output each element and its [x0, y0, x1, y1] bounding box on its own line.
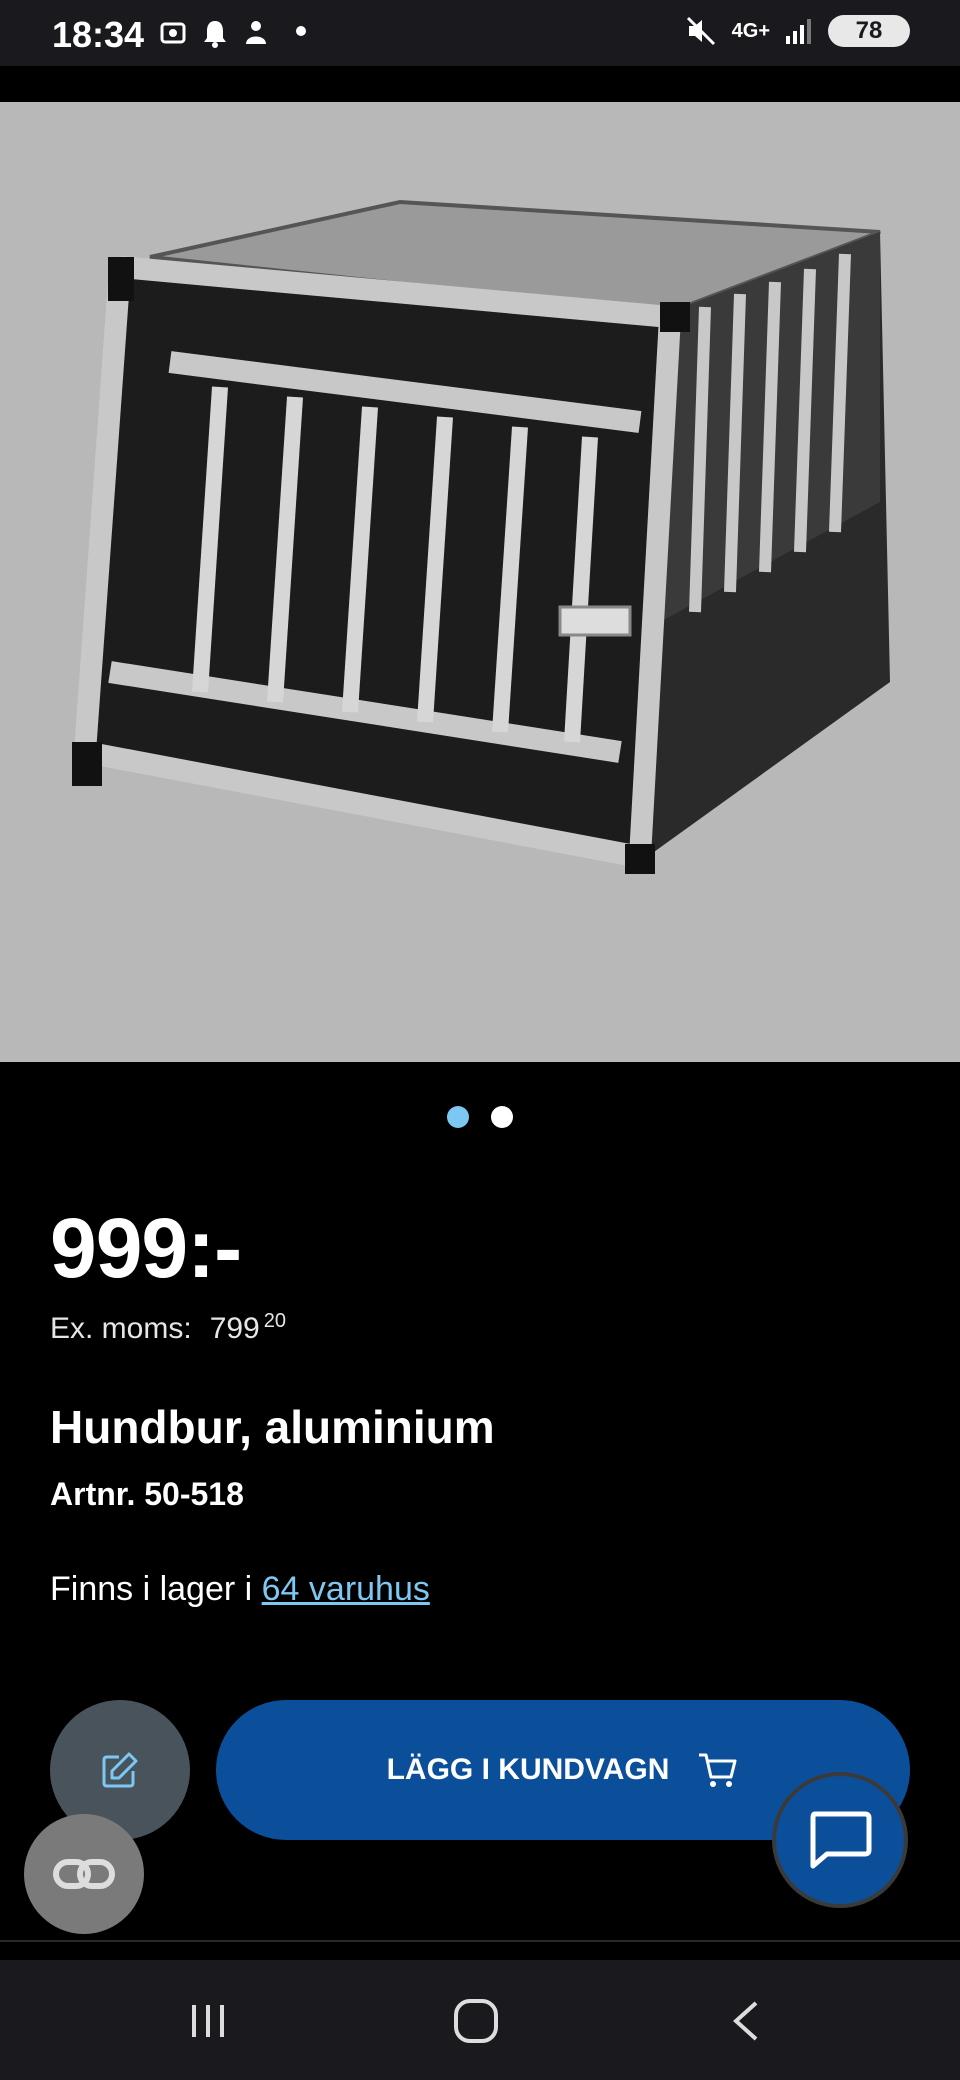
back-icon [733, 2001, 758, 2041]
mute-icon [686, 16, 715, 46]
ex-vat-value: 799 [209, 1312, 260, 1345]
back-button[interactable] [716, 1996, 776, 2046]
edit-icon [102, 1752, 138, 1788]
signal-icon [786, 19, 811, 44]
chat-bubble-icon [810, 1811, 872, 1869]
carousel-dot-2[interactable] [491, 1106, 513, 1128]
battery-level: 78 [855, 17, 883, 44]
product-image[interactable] [0, 102, 960, 1062]
dog-crate-image [72, 199, 890, 874]
cart-icon [699, 1753, 737, 1787]
add-to-cart-label: LÄGG I KUNDVAGN [386, 1753, 670, 1786]
more-notifications-dot [296, 26, 306, 36]
system-nav-bar [0, 1960, 960, 2080]
ex-vat-decimals: 20 [263, 1310, 286, 1332]
stock-prefix: Finns i lager i [50, 1570, 262, 1608]
chat-button[interactable] [772, 1772, 908, 1908]
app-notification-icon [246, 21, 266, 44]
screenshot-icon [160, 22, 186, 44]
status-bar: 18:34 4G+ 78 [0, 0, 960, 66]
bottom-divider [0, 1940, 960, 1942]
network-type: 4G+ [731, 20, 770, 42]
product-title: Hundbur, aluminium [50, 1401, 495, 1453]
notification-bell-icon [204, 21, 226, 48]
product-price: 999:- [50, 1201, 242, 1295]
ex-vat-label: Ex. moms: [50, 1312, 192, 1345]
article-number: Artnr. 50-518 [50, 1476, 244, 1512]
home-button[interactable] [446, 1996, 506, 2046]
store-count-link[interactable]: 64 varuhus [262, 1570, 430, 1608]
carousel-indicator [0, 1106, 960, 1128]
home-icon [454, 1999, 498, 2043]
floating-link-button[interactable] [24, 1814, 144, 1934]
battery-indicator: 78 [828, 15, 910, 47]
price-ex-vat: Ex. moms: 799 20 [50, 1310, 286, 1346]
recent-apps-icon [192, 2005, 224, 2037]
status-time: 18:34 [52, 14, 145, 55]
recent-apps-button[interactable] [178, 1996, 238, 2046]
carousel-dot-1[interactable] [447, 1106, 469, 1128]
stock-info: Finns i lager i 64 varuhus [50, 1570, 430, 1609]
link-icon [53, 1859, 115, 1889]
